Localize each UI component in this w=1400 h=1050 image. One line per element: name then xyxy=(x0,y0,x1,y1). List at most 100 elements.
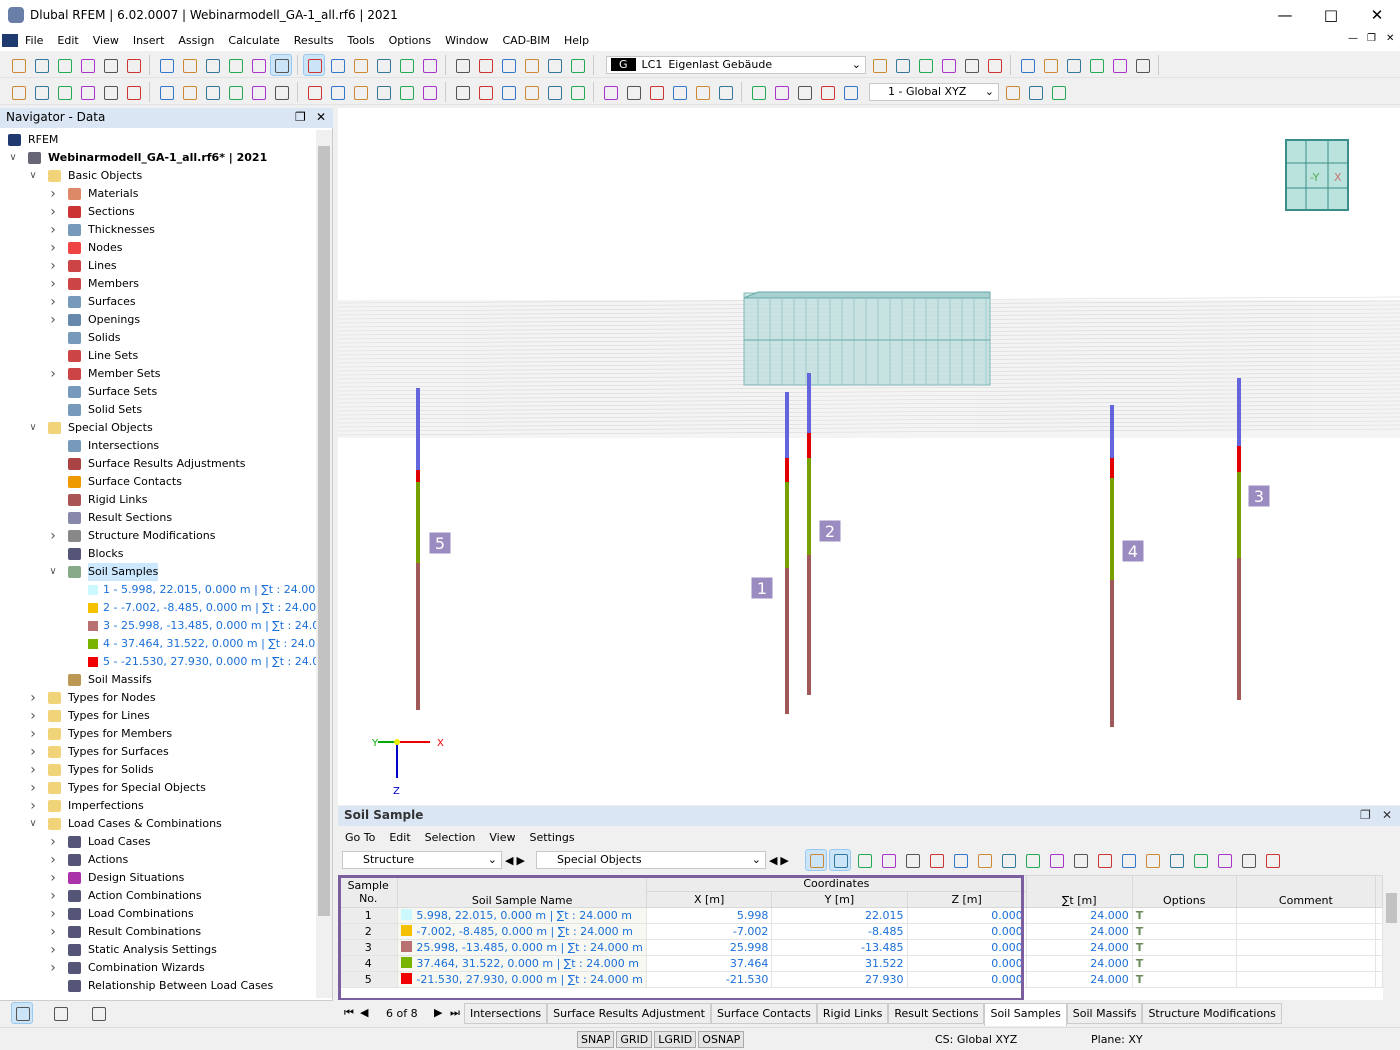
total-thickness[interactable]: 24.000 xyxy=(1025,955,1133,972)
formula-icon[interactable] xyxy=(1142,850,1162,870)
new-surface-icon[interactable] xyxy=(225,82,245,102)
sample-name[interactable]: -21.530, 27.930, 0.000 m | ∑t : 24.000 m xyxy=(397,971,647,988)
measure-icon[interactable] xyxy=(840,82,860,102)
close-button[interactable]: ✕ xyxy=(1354,0,1400,30)
tree-item[interactable]: › Sections xyxy=(0,203,316,221)
float-panel-icon[interactable]: ❐ xyxy=(295,110,306,124)
comment-cell[interactable] xyxy=(1235,923,1376,940)
chevron-right-icon[interactable]: › xyxy=(28,689,38,707)
options-cell[interactable]: T xyxy=(1131,939,1237,956)
z-coordinate[interactable]: 0.000 xyxy=(906,939,1027,956)
mdi-close-button[interactable]: ✕ xyxy=(1386,33,1394,44)
chevron-right-icon[interactable]: › xyxy=(48,203,58,221)
align-icon[interactable] xyxy=(692,82,712,102)
curve-icon[interactable] xyxy=(567,82,587,102)
tree-item[interactable]: › Static Analysis Settings xyxy=(0,941,316,959)
line-icon[interactable] xyxy=(669,82,689,102)
3d-viewport[interactable]: 5 1 2 4 3 X Y Z -Y X xyxy=(338,108,1400,805)
tree-item[interactable]: Intersections xyxy=(0,437,316,455)
tree-item[interactable]: ∨ Soil Samples xyxy=(0,563,316,581)
copy-icon[interactable] xyxy=(771,82,791,102)
sample-name[interactable]: 25.998, -13.485, 0.000 m | ∑t : 24.000 m xyxy=(397,939,647,956)
sample-no[interactable]: 4 xyxy=(338,955,399,972)
tree-item[interactable]: Blocks xyxy=(0,545,316,563)
clipping-icon[interactable] xyxy=(521,82,541,102)
y-coordinate[interactable]: -8.485 xyxy=(771,923,908,940)
tree-item[interactable]: › Nodes xyxy=(0,239,316,257)
menu-file[interactable]: File xyxy=(18,31,50,50)
chevron-down-icon[interactable]: ∨ xyxy=(48,563,58,581)
view-options-icon[interactable] xyxy=(1048,82,1068,102)
panel-menu-go-to[interactable]: Go To xyxy=(338,828,382,847)
chevron-down-icon[interactable]: ∨ xyxy=(28,815,38,833)
clear-icon[interactable] xyxy=(974,850,994,870)
comment-cell[interactable] xyxy=(1235,939,1376,956)
chevron-right-icon[interactable]: › xyxy=(48,275,58,293)
comment-cell[interactable] xyxy=(1235,955,1376,972)
tree-item[interactable]: › Members xyxy=(0,275,316,293)
tree-item[interactable]: ∨ Basic Objects xyxy=(0,167,316,185)
panel-menu-selection[interactable]: Selection xyxy=(418,828,483,847)
col-sample-no[interactable]: Sample No. xyxy=(338,875,399,908)
tree-item[interactable]: ∨ Load Cases & Combinations xyxy=(0,815,316,833)
tree-item[interactable]: Surface Contacts xyxy=(0,473,316,491)
x-coordinate[interactable]: -21.530 xyxy=(645,971,773,988)
copy-row-icon[interactable] xyxy=(926,850,946,870)
status-osnap[interactable]: OSNAP xyxy=(698,1031,745,1048)
tree-item[interactable]: Surface Results Adjustments xyxy=(0,455,316,473)
tree-item[interactable]: › Lines xyxy=(0,257,316,275)
menu-view[interactable]: View xyxy=(86,31,126,50)
tree-item[interactable]: › Imperfections xyxy=(0,797,316,815)
chevron-right-icon[interactable]: › xyxy=(48,221,58,239)
report-icon[interactable] xyxy=(202,55,222,75)
next-icon[interactable]: ▶ xyxy=(780,854,788,867)
options-cell[interactable]: T xyxy=(1131,907,1237,924)
web-services-icon[interactable] xyxy=(77,55,97,75)
menu-insert[interactable]: Insert xyxy=(126,31,172,50)
sample-name[interactable]: 37.464, 31.522, 0.000 m | ∑t : 24.000 m xyxy=(397,955,647,972)
chevron-right-icon[interactable]: › xyxy=(48,941,58,959)
maximize-button[interactable]: □ xyxy=(1308,0,1354,30)
grid-icon[interactable] xyxy=(544,82,564,102)
panel-menu-edit[interactable]: Edit xyxy=(382,828,417,847)
table-view-icon[interactable] xyxy=(854,850,874,870)
tab-surface-results-adjustment[interactable]: Surface Results Adjustment xyxy=(547,1003,711,1024)
script-icon[interactable] xyxy=(373,55,393,75)
menu-help[interactable]: Help xyxy=(557,31,596,50)
menu-assign[interactable]: Assign xyxy=(171,31,221,50)
y-coordinate[interactable]: -13.485 xyxy=(771,939,908,956)
comment-cell[interactable] xyxy=(1235,971,1376,988)
tree-item[interactable]: ∨ Webinarmodell_GA-1_all.rf6* | 2021 xyxy=(0,149,316,167)
data-tab-icon[interactable] xyxy=(11,1002,33,1024)
z-coordinate[interactable]: 0.000 xyxy=(906,955,1027,972)
surface-support-icon[interactable] xyxy=(156,82,176,102)
col-thickness[interactable]: ∑t [m] xyxy=(1025,875,1133,908)
total-thickness[interactable]: 24.000 xyxy=(1025,907,1133,924)
print-report-icon[interactable] xyxy=(179,55,199,75)
close-panel-icon[interactable]: ✕ xyxy=(1382,808,1392,822)
chevron-right-icon[interactable]: › xyxy=(48,869,58,887)
chevron-right-icon[interactable]: › xyxy=(28,725,38,743)
tree-item[interactable]: › Action Combinations xyxy=(0,887,316,905)
menu-edit[interactable]: Edit xyxy=(50,31,85,50)
render-icon[interactable] xyxy=(984,55,1004,75)
select-target-icon[interactable] xyxy=(475,55,495,75)
new-opening-icon[interactable] xyxy=(248,82,268,102)
camera-icon[interactable] xyxy=(623,82,643,102)
chevron-right-icon[interactable]: › xyxy=(48,905,58,923)
chevron-right-icon[interactable]: › xyxy=(48,851,58,869)
new-node-icon[interactable] xyxy=(8,82,28,102)
chevron-right-icon[interactable]: › xyxy=(48,959,58,977)
delete-icon[interactable] xyxy=(1022,850,1042,870)
table-row[interactable]: 2 -7.002, -8.485, 0.000 m | ∑t : 24.000 … xyxy=(338,923,1383,940)
select-node-icon[interactable] xyxy=(452,55,472,75)
col-options[interactable]: Options xyxy=(1131,875,1237,908)
tree-item[interactable]: 3 - 25.998, -13.485, 0.000 m | ∑t : 24.0… xyxy=(0,617,316,635)
tab-surface-contacts[interactable]: Surface Contacts xyxy=(710,1003,817,1024)
chevron-right-icon[interactable]: › xyxy=(48,923,58,941)
nodal-load-icon[interactable] xyxy=(350,82,370,102)
select-icon[interactable] xyxy=(804,849,827,871)
sample-no[interactable]: 1 xyxy=(338,907,399,924)
navigator-icon[interactable] xyxy=(270,53,292,76)
stop-icon[interactable] xyxy=(1109,55,1129,75)
